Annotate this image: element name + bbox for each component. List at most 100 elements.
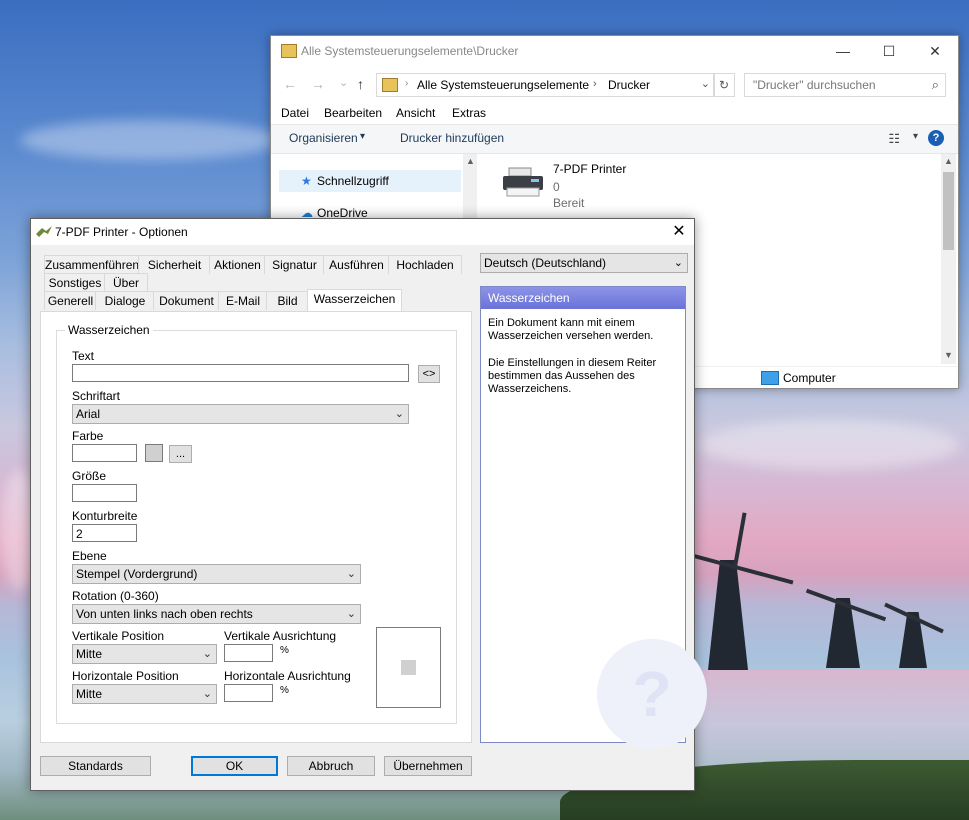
tab-wasserzeichen[interactable]: Wasserzeichen — [307, 289, 402, 311]
window-title: Alle Systemsteuerungselemente\Drucker — [301, 44, 519, 58]
dialog-title: 7-PDF Printer - Optionen — [55, 225, 188, 239]
tab-generell[interactable]: Generell — [44, 291, 97, 310]
chevron-down-icon: ⌄ — [394, 408, 404, 420]
tab-sonstiges[interactable]: Sonstiges — [44, 273, 106, 292]
content-scrollbar[interactable]: ▲ ▼ — [941, 154, 956, 364]
tab-zusammenfuehren[interactable]: Zusammenführen — [44, 255, 140, 274]
sidebar-item-quick-access[interactable]: ★ Schnellzugriff — [279, 170, 461, 192]
help-icon[interactable]: ? — [928, 130, 944, 146]
close-button[interactable]: ✕ — [912, 36, 958, 66]
folder-icon — [281, 44, 297, 58]
color-swatch[interactable] — [145, 444, 163, 462]
outline-width-label: Konturbreite — [72, 509, 138, 523]
outline-width-input[interactable]: 2 — [72, 524, 137, 542]
view-options-icon[interactable]: ☷ — [888, 131, 900, 147]
language-select[interactable]: Deutsch (Deutschland) ⌄ — [480, 253, 688, 273]
help-watermark-icon: ? — [597, 639, 707, 749]
control-panel-icon — [382, 78, 398, 92]
tab-ueber[interactable]: Über — [104, 273, 148, 292]
close-icon[interactable]: ✕ — [664, 219, 694, 245]
tab-dialoge[interactable]: Dialoge — [95, 291, 155, 310]
font-select[interactable]: Arial ⌄ — [72, 404, 409, 424]
scroll-up-icon[interactable]: ▲ — [944, 156, 953, 166]
scroll-down-icon[interactable]: ▼ — [944, 350, 953, 360]
organize-button[interactable]: Organisieren — [289, 131, 358, 145]
color-picker-button[interactable]: ... — [169, 445, 192, 463]
layer-select[interactable]: Stempel (Vordergrund) ⌄ — [72, 564, 361, 584]
rotation-select[interactable]: Von unten links nach oben rechts ⌄ — [72, 604, 361, 624]
ok-button[interactable]: OK — [191, 756, 278, 776]
computer-icon — [761, 371, 779, 385]
menu-datei[interactable]: Datei — [281, 106, 309, 120]
breadcrumb-root[interactable]: Alle Systemsteuerungselemente — [417, 78, 589, 92]
group-title: Wasserzeichen — [65, 323, 153, 337]
help-panel: Wasserzeichen Ein Dokument kann mit eine… — [480, 286, 707, 749]
maximize-button[interactable]: ☐ — [866, 36, 912, 66]
vertical-position-label: Vertikale Position — [72, 629, 165, 643]
tab-bild[interactable]: Bild — [266, 291, 309, 310]
address-separator-icon: › — [593, 78, 597, 90]
color-label: Farbe — [72, 429, 104, 443]
tab-signatur[interactable]: Signatur — [264, 255, 325, 274]
font-label: Schriftart — [72, 389, 121, 403]
printer-status: Bereit — [553, 196, 585, 210]
view-dropdown-icon[interactable]: ▾ — [913, 131, 918, 142]
command-bar: Organisieren ▾ Drucker hinzufügen ☷ ▾ ? — [271, 124, 958, 154]
tab-dokument[interactable]: Dokument — [153, 291, 220, 310]
placeholder-insert-button[interactable]: <> — [418, 365, 440, 383]
address-bar[interactable]: › Alle Systemsteuerungselemente › Drucke… — [376, 73, 715, 97]
chevron-down-icon: ⌄ — [673, 257, 683, 269]
cancel-button[interactable]: Abbruch — [287, 756, 375, 776]
rotation-select-value: Von unten links nach oben rechts — [76, 607, 253, 621]
app-logo-icon — [36, 226, 52, 237]
watermark-position-preview[interactable] — [376, 627, 441, 708]
help-paragraph-1: Ein Dokument kann mit einem Wasserzeiche… — [488, 317, 654, 342]
chevron-down-icon: ⌄ — [346, 568, 356, 580]
menu-extras[interactable]: Extras — [452, 106, 486, 120]
add-printer-button[interactable]: Drucker hinzufügen — [400, 131, 504, 145]
search-placeholder: "Drucker" durchsuchen — [753, 78, 876, 92]
minimize-button[interactable]: — — [820, 36, 866, 66]
computer-label: Computer — [783, 371, 836, 385]
tab-ausfuehren[interactable]: Ausführen — [323, 255, 390, 274]
vertical-position-select[interactable]: Mitte ⌄ — [72, 644, 217, 664]
horizontal-alignment-input[interactable] — [224, 684, 273, 702]
apply-button[interactable]: Übernehmen — [384, 756, 472, 776]
up-arrow-icon[interactable]: ↑ — [357, 76, 364, 92]
tab-sicherheit[interactable]: Sicherheit — [138, 255, 211, 274]
search-input[interactable]: "Drucker" durchsuchen ⌕ — [744, 73, 946, 97]
refresh-button[interactable]: ↻ — [713, 73, 735, 97]
menu-ansicht[interactable]: Ansicht — [396, 106, 435, 120]
windmill-blade — [884, 602, 915, 620]
color-input[interactable] — [72, 444, 137, 462]
rotation-label: Rotation (0-360) — [72, 589, 159, 603]
printer-icon — [503, 167, 543, 197]
back-arrow-icon[interactable]: ← — [283, 76, 297, 92]
font-select-value: Arial — [76, 407, 101, 421]
defaults-button[interactable]: Standards — [40, 756, 151, 776]
chevron-down-icon[interactable]: ⌄ — [701, 77, 710, 90]
help-panel-title: Wasserzeichen — [481, 287, 685, 309]
layer-select-value: Stempel (Vordergrund) — [76, 567, 198, 581]
scroll-thumb[interactable] — [943, 172, 954, 250]
size-input[interactable] — [72, 484, 137, 502]
forward-arrow-icon[interactable]: → — [311, 76, 325, 92]
tab-hochladen[interactable]: Hochladen — [388, 255, 462, 274]
vertical-alignment-label: Vertikale Ausrichtung — [224, 629, 337, 643]
horizontal-position-select[interactable]: Mitte ⌄ — [72, 684, 217, 704]
watermark-text-input[interactable] — [72, 364, 409, 382]
size-label: Größe — [72, 469, 107, 483]
menu-bearbeiten[interactable]: Bearbeiten — [324, 106, 382, 120]
tab-email[interactable]: E-Mail — [218, 291, 268, 310]
title-bar[interactable]: Alle Systemsteuerungselemente\Drucker — … — [271, 36, 958, 66]
vertical-alignment-input[interactable] — [224, 644, 273, 662]
dialog-title-bar[interactable]: 7-PDF Printer - Optionen ✕ — [31, 219, 694, 245]
language-value: Deutsch (Deutschland) — [484, 256, 607, 270]
tab-aktionen[interactable]: Aktionen — [209, 255, 266, 274]
recent-locations-icon[interactable]: ⌄ — [339, 76, 348, 89]
search-icon[interactable]: ⌕ — [932, 77, 939, 93]
breadcrumb-current[interactable]: Drucker — [608, 78, 650, 92]
horizontal-position-label: Horizontale Position — [72, 669, 179, 683]
organize-dropdown-icon[interactable]: ▾ — [360, 131, 365, 142]
scroll-up-icon[interactable]: ▲ — [466, 156, 475, 166]
